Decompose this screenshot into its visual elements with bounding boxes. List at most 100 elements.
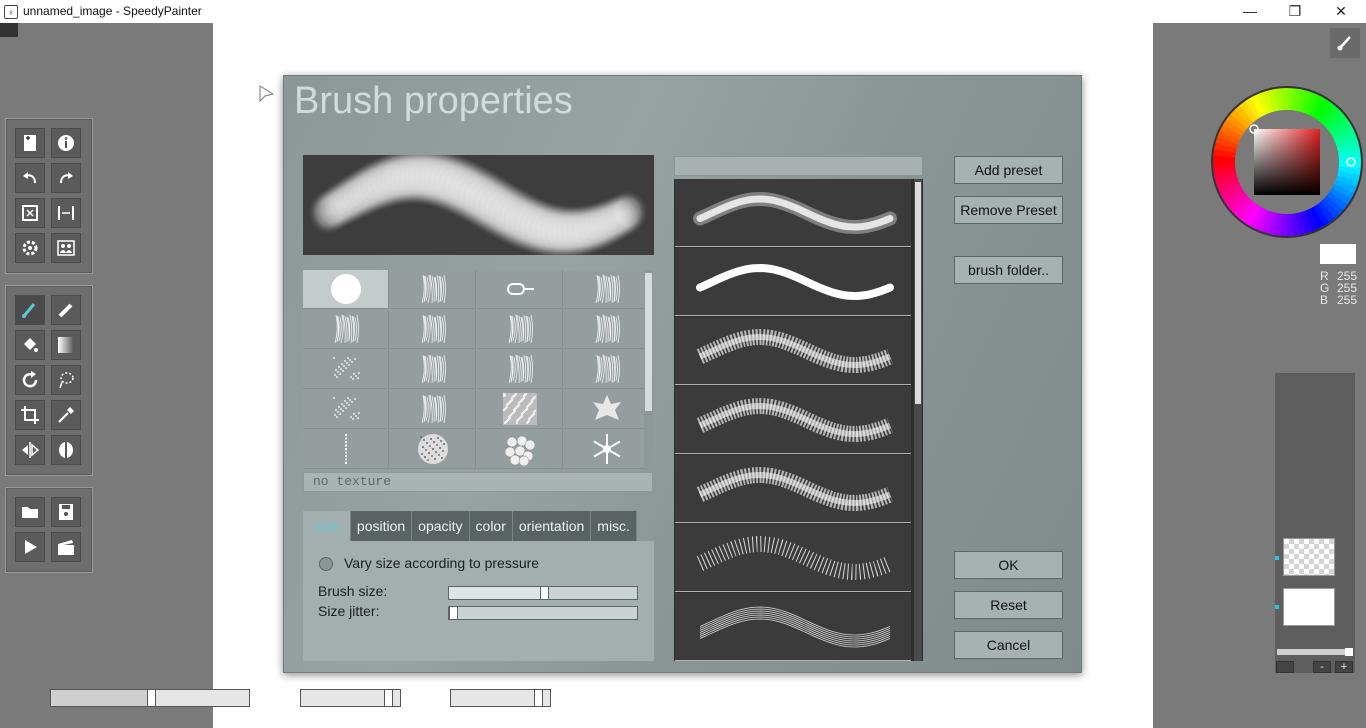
current-color-swatch[interactable] (1320, 244, 1356, 264)
undo-icon[interactable] (15, 163, 45, 193)
texture-feather[interactable] (477, 310, 563, 349)
tab-orientation[interactable]: orientation (512, 511, 592, 541)
brush-folder-button[interactable]: brush folder.. (954, 256, 1063, 284)
layer-thumbnail-transparent[interactable] (1283, 538, 1335, 576)
mask-icon[interactable] (51, 435, 81, 465)
texture-leaves[interactable] (390, 310, 476, 349)
remove-preset-button[interactable]: Remove Preset (954, 196, 1063, 224)
eyedropper-icon[interactable] (51, 400, 81, 430)
brush-size-label: Brush size: (318, 583, 388, 599)
eraser-icon[interactable] (51, 295, 81, 325)
texture-tree[interactable] (564, 350, 650, 389)
cancel-button[interactable]: Cancel (954, 631, 1063, 659)
symmetry-icon[interactable] (15, 435, 45, 465)
play-icon[interactable] (15, 532, 45, 562)
preset-hard-ink[interactable] (675, 248, 911, 316)
texture-scrollbar[interactable] (644, 270, 653, 470)
hair-lines-stroke-icon (699, 606, 891, 648)
maple-leaf-icon (592, 395, 621, 420)
minimize-button[interactable]: — (1227, 0, 1273, 23)
redo-icon[interactable] (51, 163, 81, 193)
gradient-icon[interactable] (51, 330, 81, 360)
maximize-button[interactable]: ❐ (1272, 0, 1318, 23)
texture-plant-stem[interactable] (390, 350, 476, 389)
lasso-icon[interactable] (51, 365, 81, 395)
color-wheel[interactable] (1211, 86, 1363, 238)
texture-spray-dots[interactable] (303, 390, 389, 429)
new-document-icon[interactable] (15, 128, 45, 158)
remove-layer-button[interactable]: - (1313, 661, 1331, 673)
add-layer-button[interactable]: + (1335, 661, 1353, 673)
preset-bristle[interactable] (675, 455, 911, 523)
texture-noise-square[interactable] (477, 390, 563, 429)
texture-hatching-vertical[interactable] (390, 270, 476, 309)
texture-dotted-line[interactable] (303, 430, 389, 469)
pine-icon (421, 394, 446, 424)
preset-hair-lines[interactable] (675, 593, 911, 661)
tab-color[interactable]: color (469, 511, 513, 541)
tab-size[interactable]: size (303, 511, 351, 541)
preset-soft-airbrush[interactable] (675, 179, 911, 247)
dialog-title: Brush properties (294, 80, 573, 122)
crop-icon[interactable] (15, 400, 45, 430)
panel-toggle[interactable] (0, 23, 18, 37)
brush-mode-icon[interactable] (1330, 28, 1360, 58)
tab-misc[interactable]: misc. (591, 511, 637, 541)
dotted-line-icon (344, 434, 347, 464)
flip-icon[interactable] (51, 198, 81, 228)
settings-icon[interactable] (15, 233, 45, 263)
ok-button[interactable]: OK (954, 551, 1063, 579)
texture-name-field[interactable]: no texture (303, 472, 653, 492)
texture-round[interactable] (303, 270, 389, 309)
texture-grass-strokes[interactable] (303, 310, 389, 349)
tab-position[interactable]: position (350, 511, 413, 541)
preset-scroll-thumb[interactable] (915, 182, 921, 404)
fill-icon[interactable] (15, 330, 45, 360)
size-slider[interactable] (450, 689, 551, 707)
brush-stroke-preview (303, 155, 654, 255)
rotate-canvas-icon[interactable] (15, 198, 45, 228)
open-folder-icon[interactable] (15, 497, 45, 527)
save-icon[interactable] (51, 497, 81, 527)
close-button[interactable]: ✕ (1318, 0, 1364, 23)
vary-size-radio[interactable] (319, 557, 333, 571)
preset-list (674, 179, 923, 661)
texture-dots-scatter[interactable] (303, 350, 389, 389)
opacity-slider[interactable] (300, 689, 401, 707)
preset-dry-brush[interactable] (675, 386, 911, 454)
texture-grid (303, 270, 650, 470)
texture-snowflake[interactable] (564, 430, 650, 469)
brush-size-slider[interactable] (448, 586, 638, 600)
texture-pine[interactable] (390, 390, 476, 429)
preset-spray[interactable] (675, 524, 911, 592)
brush-icon[interactable] (15, 295, 45, 325)
preset-chalk[interactable] (675, 317, 911, 385)
zoom-slider[interactable] (50, 689, 250, 707)
b-value: 255 (1337, 293, 1358, 307)
texture-scroll-thumb[interactable] (645, 273, 652, 411)
reset-button[interactable]: Reset (954, 591, 1063, 619)
preset-name-field[interactable] (674, 156, 923, 176)
texture-twig[interactable] (477, 350, 563, 389)
dry-brush-stroke-icon (696, 397, 893, 443)
layer-thumbnail-background[interactable] (1283, 588, 1335, 626)
tab-opacity[interactable]: opacity (412, 511, 470, 541)
texture-hatching-dense[interactable] (564, 270, 650, 309)
texture-fern[interactable] (564, 310, 650, 349)
clapperboard-icon[interactable] (51, 532, 81, 562)
texture-sphere-noise[interactable] (390, 430, 476, 469)
info-icon[interactable] (51, 128, 81, 158)
round-icon (330, 274, 361, 304)
layer-option-button[interactable] (1276, 661, 1294, 673)
texture-maple-leaf[interactable] (564, 390, 650, 429)
layer-opacity-slider[interactable] (1277, 648, 1353, 656)
rotate-icon[interactable] (15, 365, 45, 395)
texture-bubbles[interactable] (477, 430, 563, 469)
size-jitter-slider[interactable] (448, 606, 638, 620)
add-preset-button[interactable]: Add preset (954, 156, 1063, 184)
compare-icon[interactable] (51, 233, 81, 263)
layer-active-marker (1275, 605, 1279, 609)
brush-properties-dialog: Brush properties no texture size positio… (283, 75, 1082, 673)
preset-scrollbar[interactable] (914, 179, 922, 661)
texture-chain-link[interactable] (477, 270, 563, 309)
